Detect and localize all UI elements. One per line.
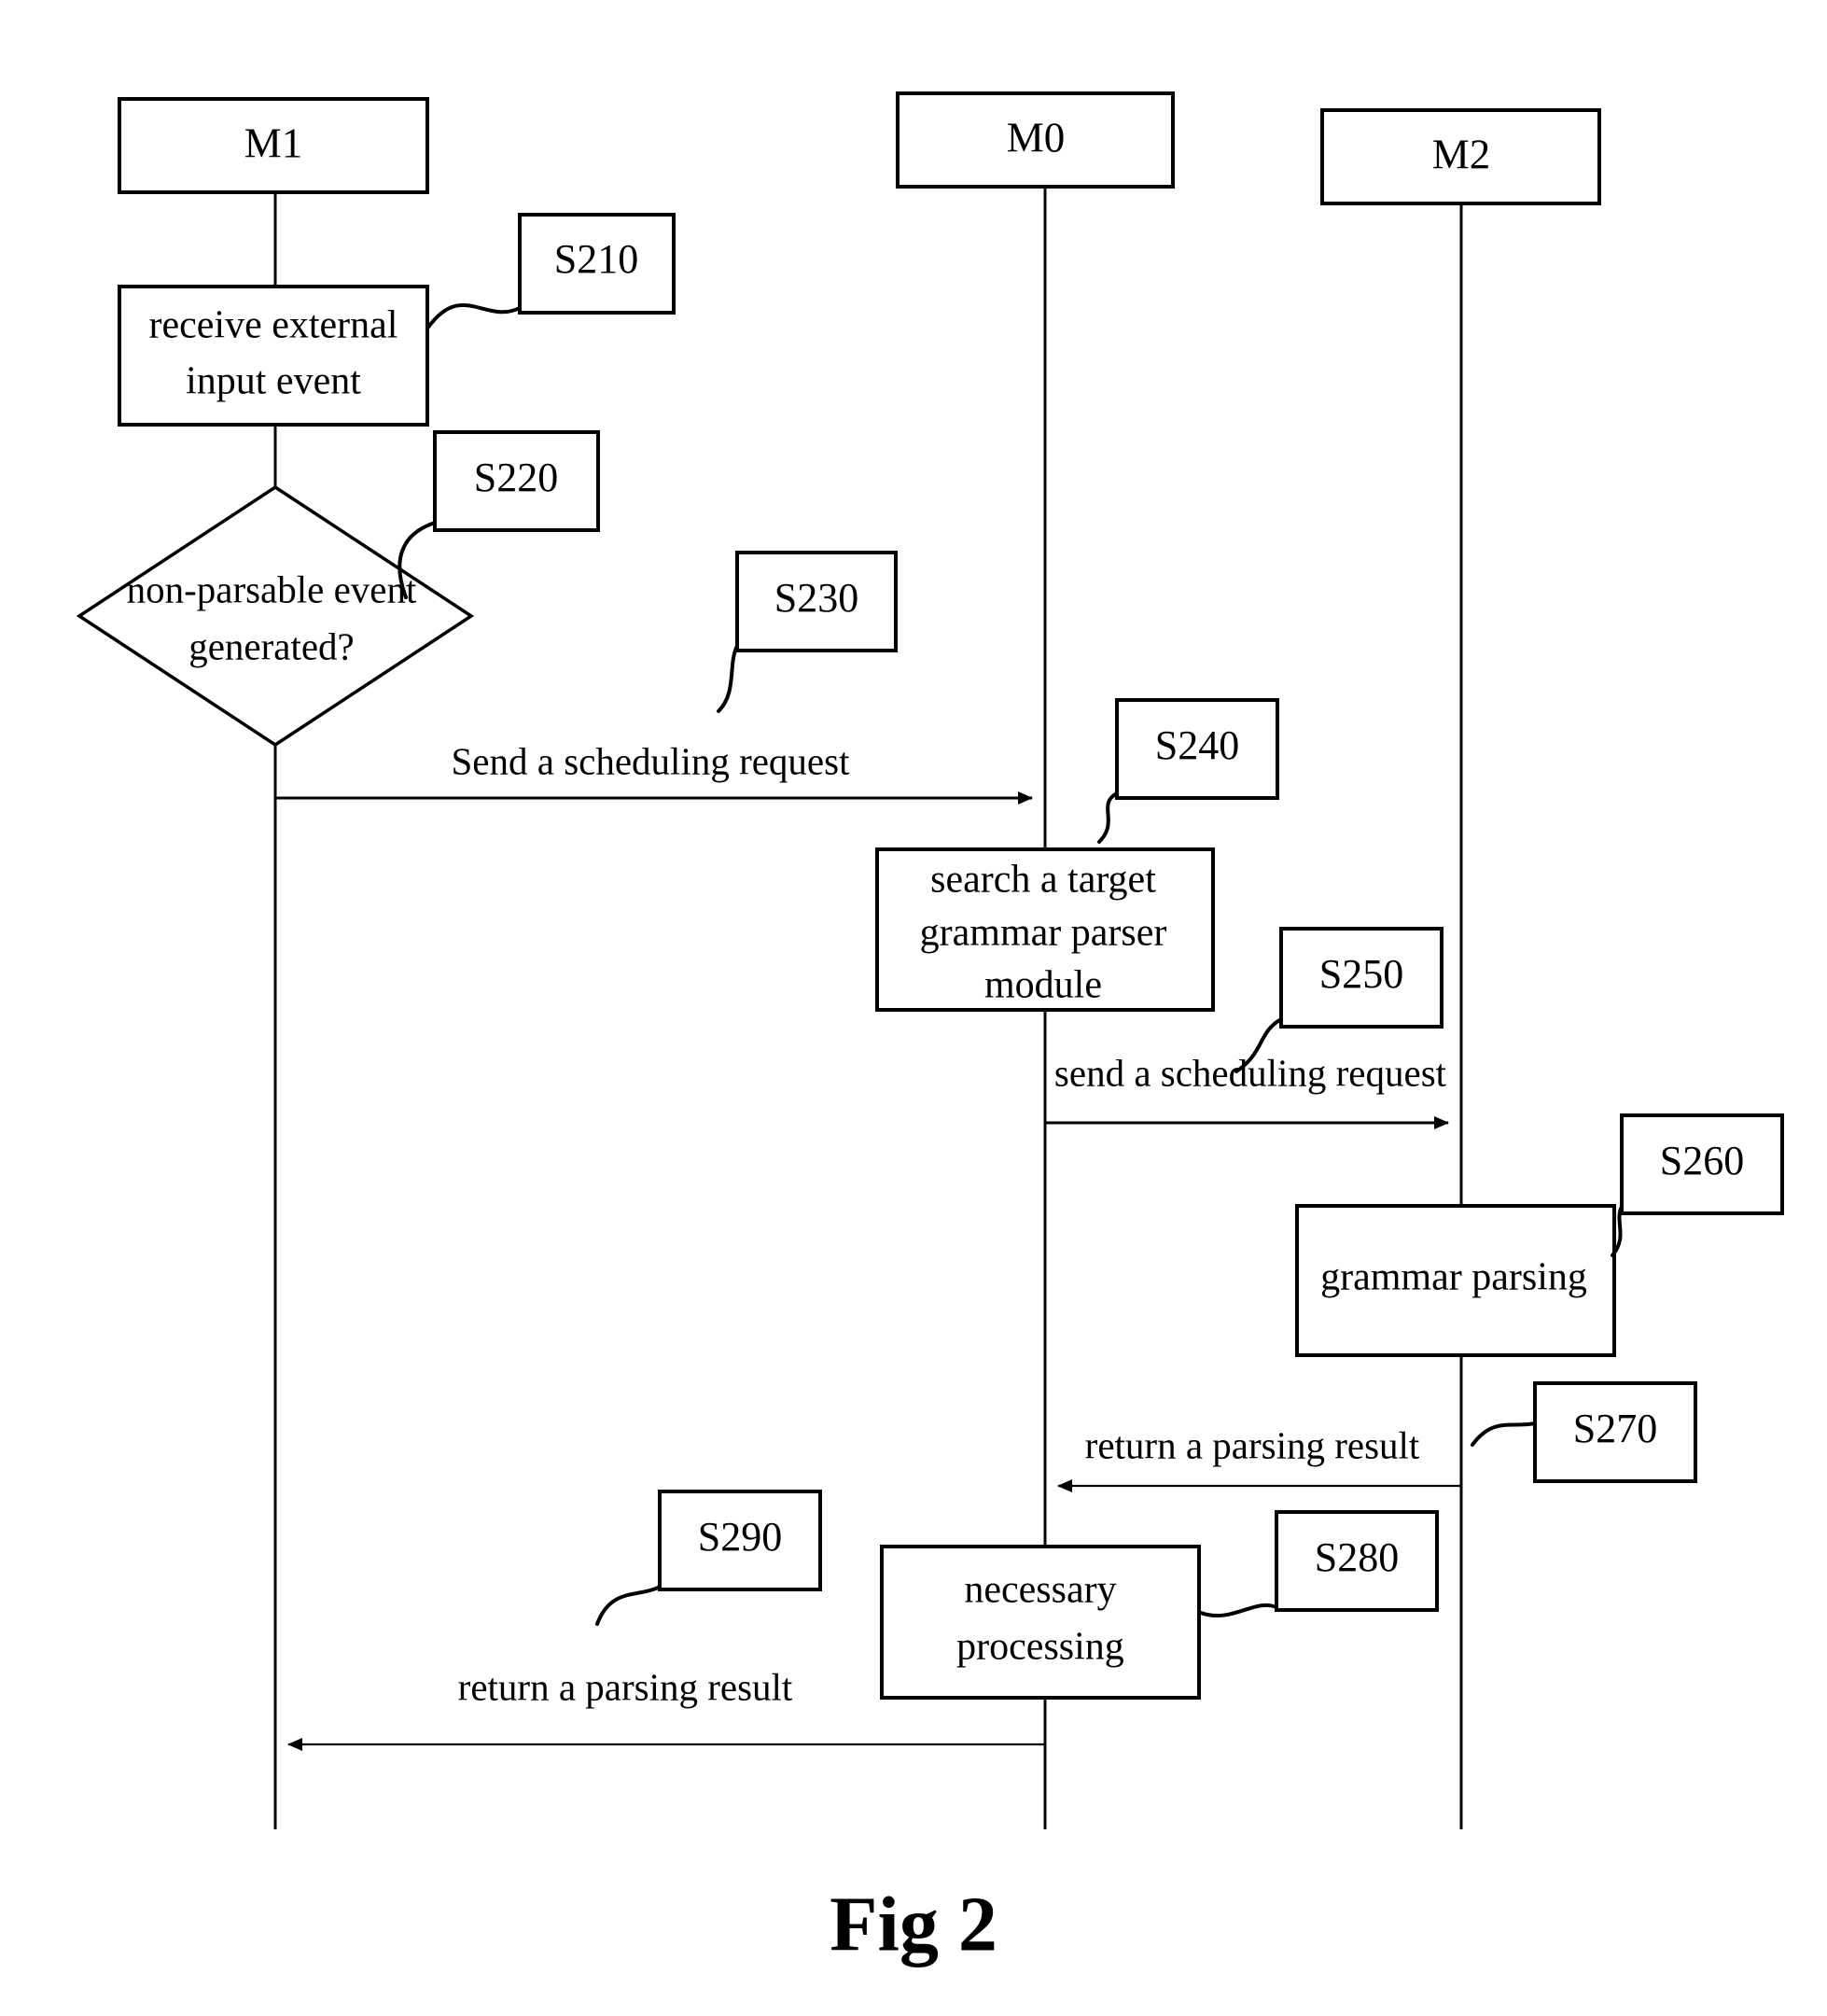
activity-label-search-parser-line3: module (984, 964, 1102, 1007)
activity-label-grammar-parsing: grammar parsing (1320, 1256, 1587, 1299)
step-ref-label-s210: S210 (554, 236, 638, 282)
activity-label-receive-event-line1: receive external (149, 304, 398, 347)
sequence-diagram: M1 M0 M2 receive external input event no… (76, 91, 1784, 1967)
leader-curve-s230 (717, 644, 739, 713)
leader-curve-s270 (1471, 1421, 1537, 1447)
step-ref-label-s290: S290 (698, 1514, 782, 1560)
activity-label-necessary-processing-line1: necessary (964, 1569, 1116, 1612)
step-ref-label-s270: S270 (1573, 1406, 1657, 1451)
decision-label-line2: generated? (188, 624, 355, 667)
leader-curve-s240 (1097, 791, 1119, 844)
leader-curve-s280 (1199, 1603, 1278, 1618)
lifeline-label-m2: M2 (1432, 131, 1491, 177)
step-ref-label-s260: S260 (1660, 1138, 1744, 1183)
figure-caption: Fig 2 (830, 1881, 997, 1967)
step-ref-label-s220: S220 (474, 455, 558, 500)
leader-curve-s210 (425, 302, 522, 330)
activity-label-receive-event-line2: input event (186, 360, 361, 403)
message-label-send-request-m0-m2: send a scheduling request (1054, 1051, 1447, 1094)
lifeline-label-m0: M0 (1007, 114, 1066, 161)
message-label-return-result-m0-m1: return a parsing result (458, 1665, 793, 1708)
activity-label-necessary-processing-line2: processing (956, 1626, 1124, 1669)
decision-diamond-non-parsable-event (76, 484, 475, 748)
step-ref-label-s280: S280 (1315, 1534, 1399, 1580)
decision-label-line1: non-parsable event (127, 567, 417, 610)
patent-figure-container: M1 M0 M2 receive external input event no… (0, 0, 1827, 2016)
step-ref-label-s230: S230 (774, 575, 858, 621)
leader-curve-s290 (595, 1585, 662, 1626)
activity-label-search-parser-line2: grammar parser (920, 912, 1167, 955)
activity-label-search-parser-line1: search a target (930, 859, 1156, 902)
step-ref-label-s250: S250 (1319, 951, 1403, 997)
message-label-return-result-m2-m0: return a parsing result (1085, 1423, 1420, 1466)
step-ref-label-s240: S240 (1155, 722, 1239, 768)
lifeline-label-m1: M1 (244, 119, 303, 166)
message-label-send-request-m1-m0: Send a scheduling request (452, 739, 851, 782)
